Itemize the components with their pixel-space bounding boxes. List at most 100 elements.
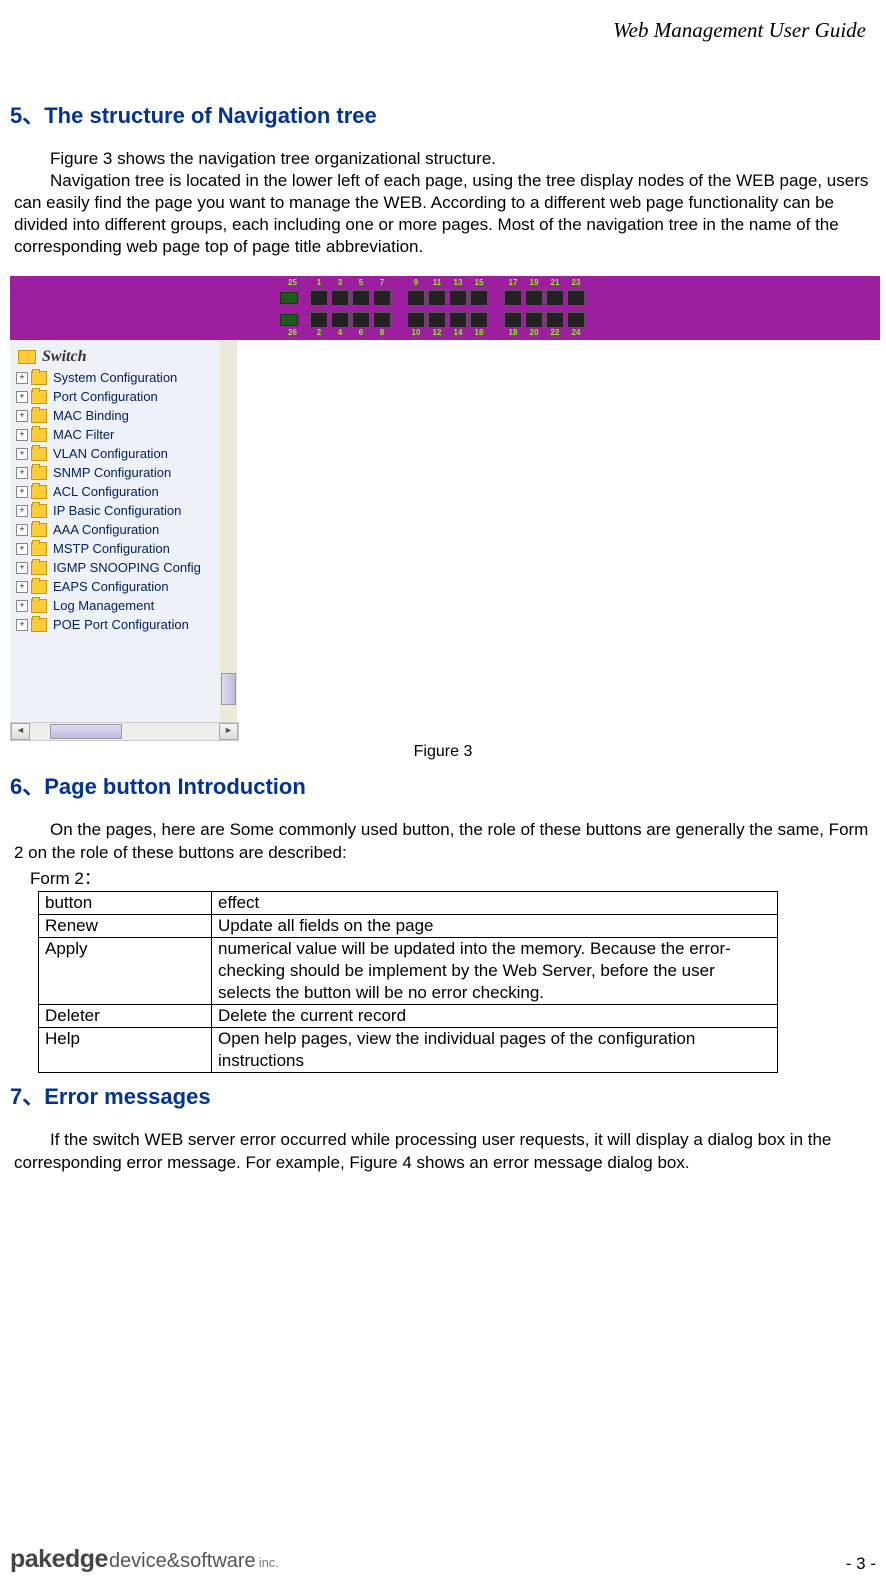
- port-label-26: 26: [280, 328, 305, 337]
- expand-icon[interactable]: +: [16, 600, 28, 612]
- port-number: 15: [470, 278, 488, 287]
- port-number: 13: [449, 278, 467, 287]
- logo-inc: inc.: [259, 1555, 279, 1570]
- port-number: 2: [310, 328, 328, 337]
- port-number: 16: [470, 328, 488, 337]
- port-jack-icon: [407, 312, 425, 328]
- figure3-container: 25 26 1357911131517192123 24681012141618…: [10, 276, 876, 761]
- nav-tree-item[interactable]: + MAC Binding: [10, 406, 237, 425]
- port-number: 23: [567, 278, 585, 287]
- vertical-scrollbar[interactable]: [220, 340, 237, 722]
- expand-icon[interactable]: +: [16, 429, 28, 441]
- port-jack-icon: [525, 312, 543, 328]
- port-jack-icon: [428, 312, 446, 328]
- port-jack-icon: [428, 290, 446, 306]
- nav-tree-item[interactable]: +SNMP Configuration: [10, 463, 237, 482]
- form2-table: button effect Renew Update all fields on…: [38, 891, 778, 1074]
- port-jack-icon: [470, 312, 488, 328]
- port-jack-icon: [310, 290, 328, 306]
- expand-icon[interactable]: +: [16, 486, 28, 498]
- folder-icon: [31, 523, 47, 537]
- port-jack-icon: [449, 290, 467, 306]
- nav-tree-item[interactable]: + ACL Configuration: [10, 482, 237, 501]
- led-26: [280, 312, 298, 328]
- folder-icon: [31, 485, 47, 499]
- folder-icon: [31, 447, 47, 461]
- figure3-caption: Figure 3: [10, 743, 876, 761]
- nav-tree-item[interactable]: +IGMP SNOOPING Config: [10, 558, 237, 577]
- nav-root-label: Switch: [42, 348, 86, 366]
- nav-tree-item[interactable]: +VLAN Configuration: [10, 444, 237, 463]
- expand-icon[interactable]: +: [16, 505, 28, 517]
- folder-open-icon: [18, 350, 36, 364]
- port-number: 3: [331, 278, 349, 287]
- nav-tree-item[interactable]: +EAPS Configuration: [10, 577, 237, 596]
- td-effect: numerical value will be updated into the…: [212, 937, 778, 1004]
- navigation-tree[interactable]: Switch +System Configuration+Port Config…: [10, 340, 237, 722]
- expand-icon[interactable]: +: [16, 372, 28, 384]
- td-effect: Update all fields on the page: [212, 914, 778, 937]
- expand-icon[interactable]: +: [16, 524, 28, 536]
- folder-icon: [31, 390, 47, 404]
- table-row: Apply numerical value will be updated in…: [39, 937, 778, 1004]
- port-jack-icon: [331, 312, 349, 328]
- section6-title: 6、Page button Introduction: [10, 769, 876, 801]
- table-row: Renew Update all fields on the page: [39, 914, 778, 937]
- scroll-left-button[interactable]: ◄: [11, 723, 30, 740]
- port-number: 14: [449, 328, 467, 337]
- nav-tree-item[interactable]: + IP Basic Configuration: [10, 501, 237, 520]
- port-jack-icon: [373, 312, 391, 328]
- folder-icon: [31, 371, 47, 385]
- port-number: 19: [525, 278, 543, 287]
- section7-title: 7、Error messages: [10, 1079, 876, 1111]
- nav-tree-item[interactable]: +System Configuration: [10, 368, 237, 387]
- nav-tree-item[interactable]: +AAA Configuration: [10, 520, 237, 539]
- vertical-scroll-thumb[interactable]: [221, 673, 236, 705]
- expand-icon[interactable]: +: [16, 391, 28, 403]
- table-header-row: button effect: [39, 891, 778, 914]
- nav-tree-item[interactable]: +POE Port Configuration: [10, 615, 237, 634]
- nav-tree-item[interactable]: +Port Configuration: [10, 387, 237, 406]
- port-number: 4: [331, 328, 349, 337]
- expand-icon[interactable]: +: [16, 448, 28, 460]
- port-jack-icon: [352, 312, 370, 328]
- port-number: 22: [546, 328, 564, 337]
- footer-logo: pakedge device&software inc.: [10, 1545, 279, 1574]
- nav-item-label: IP Basic Configuration: [53, 503, 181, 518]
- folder-icon: [31, 428, 47, 442]
- folder-icon: [31, 409, 47, 423]
- expand-icon[interactable]: +: [16, 543, 28, 555]
- port-jack-icon: [546, 312, 564, 328]
- nav-tree-item[interactable]: +MAC Filter: [10, 425, 237, 444]
- table-row: Deleter Delete the current record: [39, 1005, 778, 1028]
- expand-icon[interactable]: +: [16, 410, 28, 422]
- expand-icon[interactable]: +: [16, 581, 28, 593]
- td-button: Renew: [39, 914, 212, 937]
- port-number: 24: [567, 328, 585, 337]
- port-number: 11: [428, 278, 446, 287]
- td-button: Help: [39, 1028, 212, 1073]
- port-number: 12: [428, 328, 446, 337]
- section5-p1: Figure 3 shows the navigation tree organ…: [14, 148, 872, 170]
- folder-icon: [31, 542, 47, 556]
- port-jack-icon: [449, 312, 467, 328]
- horizontal-scroll-track[interactable]: [30, 723, 219, 740]
- horizontal-scroll-thumb[interactable]: [50, 724, 122, 739]
- expand-icon[interactable]: +: [16, 467, 28, 479]
- scroll-right-button[interactable]: ►: [219, 723, 238, 740]
- nav-item-label: MAC Binding: [53, 408, 129, 423]
- port-number: 9: [407, 278, 425, 287]
- nav-tree-item[interactable]: +MSTP Configuration: [10, 539, 237, 558]
- logo-brand: pakedge: [10, 1545, 108, 1574]
- nav-tree-item[interactable]: +Log Management: [10, 596, 237, 615]
- port-number: 1: [310, 278, 328, 287]
- nav-item-label: ACL Configuration: [53, 484, 159, 499]
- nav-root-switch[interactable]: Switch: [10, 346, 237, 368]
- port-jack-icon: [546, 290, 564, 306]
- horizontal-scrollbar[interactable]: ◄ ►: [10, 722, 239, 741]
- td-button: Deleter: [39, 1005, 212, 1028]
- expand-icon[interactable]: +: [16, 619, 28, 631]
- expand-icon[interactable]: +: [16, 562, 28, 574]
- port-jack-icon: [504, 290, 522, 306]
- port-number: 6: [352, 328, 370, 337]
